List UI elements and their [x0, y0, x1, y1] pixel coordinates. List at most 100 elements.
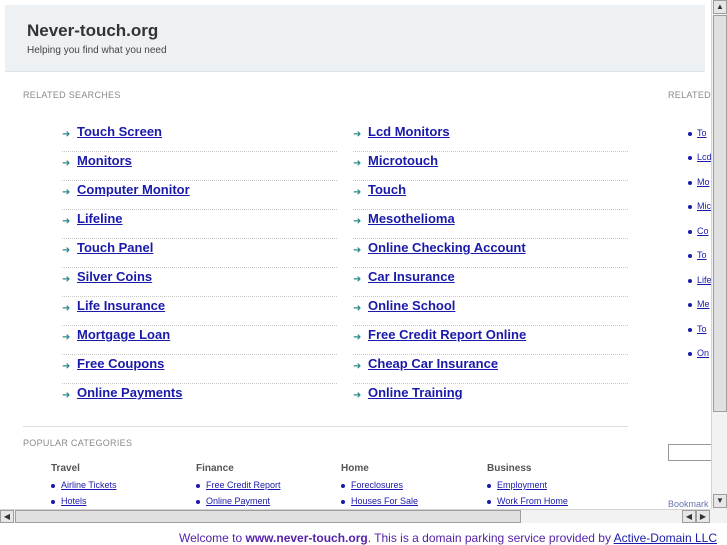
related-search-link[interactable]: Touch Screen: [77, 124, 162, 139]
category-link[interactable]: Online Payment: [196, 496, 270, 506]
arrow-right-icon: ➜: [62, 158, 71, 169]
category-link[interactable]: Foreclosures: [341, 480, 403, 490]
related-search-item[interactable]: ➜ Monitors: [62, 152, 337, 181]
related-search-link[interactable]: Free Credit Report Online: [368, 327, 526, 342]
arrow-right-icon: ➜: [353, 245, 362, 256]
right-panel-link[interactable]: Me: [688, 299, 710, 309]
arrow-right-icon: ➜: [353, 332, 362, 343]
related-search-link[interactable]: Touch: [368, 182, 406, 197]
related-search-link[interactable]: Online Training: [368, 385, 463, 400]
related-search-item[interactable]: ➜ Mesothelioma: [353, 210, 628, 239]
related-search-item[interactable]: ➜ Lifeline: [62, 210, 337, 239]
site-header: Never-touch.org Helping you find what yo…: [5, 5, 705, 72]
related-search-item[interactable]: ➜ Computer Monitor: [62, 181, 337, 210]
related-search-item[interactable]: ➜ Free Coupons: [62, 355, 337, 384]
related-search-link[interactable]: Computer Monitor: [77, 182, 190, 197]
right-panel-link[interactable]: To: [688, 324, 707, 334]
bullet-dot-icon: [688, 155, 692, 160]
arrow-right-icon: ➜: [62, 303, 71, 314]
related-search-link[interactable]: Lcd Monitors: [368, 124, 450, 139]
scroll-left-arrow-icon[interactable]: ◀: [682, 510, 696, 523]
related-search-item[interactable]: ➜ Silver Coins: [62, 268, 337, 297]
related-search-link[interactable]: Mortgage Loan: [77, 327, 170, 342]
provider-link[interactable]: Active-Domain LLC: [614, 531, 717, 545]
scroll-down-arrow-icon[interactable]: ▼: [713, 494, 727, 508]
arrow-right-icon: ➜: [353, 274, 362, 285]
related-search-link[interactable]: Life Insurance: [77, 298, 165, 313]
related-search-item[interactable]: ➜ Online Checking Account: [353, 239, 628, 268]
horizontal-scroll-thumb[interactable]: [15, 510, 521, 523]
bullet-dot-icon: [196, 499, 200, 504]
right-panel-link[interactable]: To: [688, 250, 707, 260]
related-search-item[interactable]: ➜ Cheap Car Insurance: [353, 355, 628, 384]
category-link[interactable]: Airline Tickets: [51, 480, 117, 490]
related-search-link[interactable]: Free Coupons: [77, 356, 164, 371]
related-search-link[interactable]: Touch Panel: [77, 240, 153, 255]
related-search-link[interactable]: Online School: [368, 298, 455, 313]
category-heading-home: Home: [341, 463, 369, 474]
arrow-right-icon: ➜: [62, 332, 71, 343]
right-panel-link[interactable]: Life: [688, 275, 711, 285]
category-link[interactable]: Hotels: [51, 496, 87, 506]
related-search-link[interactable]: Online Checking Account: [368, 240, 526, 255]
category-link[interactable]: Work From Home: [487, 496, 568, 506]
vertical-scrollbar[interactable]: ▲ ▼: [711, 0, 727, 509]
site-tagline: Helping you find what you need: [27, 45, 167, 56]
category-link[interactable]: Employment: [487, 480, 547, 490]
bullet-dot-icon: [688, 253, 692, 258]
bullet-dot-icon: [688, 204, 692, 209]
related-search-item[interactable]: ➜ Online Payments: [62, 384, 337, 413]
bullet-dot-icon: [688, 131, 692, 136]
bullet-dot-icon: [487, 499, 491, 504]
related-search-item[interactable]: ➜ Life Insurance: [62, 297, 337, 326]
right-panel-link[interactable]: Co: [688, 226, 709, 236]
related-search-item[interactable]: ➜ Microtouch: [353, 152, 628, 181]
related-search-item[interactable]: ➜ Online School: [353, 297, 628, 326]
right-panel-link[interactable]: On: [688, 348, 709, 358]
right-panel-link[interactable]: To: [688, 128, 707, 138]
related-search-item[interactable]: ➜ Touch: [353, 181, 628, 210]
related-search-link[interactable]: Cheap Car Insurance: [368, 356, 498, 371]
category-heading-travel: Travel: [51, 463, 80, 474]
arrow-right-icon: ➜: [62, 274, 71, 285]
related-search-link[interactable]: Monitors: [77, 153, 132, 168]
category-link[interactable]: Houses For Sale: [341, 496, 418, 506]
bookmark-link[interactable]: Bookmark: [668, 499, 709, 509]
related-search-link[interactable]: Silver Coins: [77, 269, 152, 284]
right-panel-link[interactable]: Mic: [688, 201, 711, 211]
site-title: Never-touch.org: [27, 21, 159, 40]
arrow-right-icon: ➜: [353, 303, 362, 314]
related-search-link[interactable]: Microtouch: [368, 153, 438, 168]
bullet-dot-icon: [688, 351, 692, 356]
bullet-dot-icon: [688, 302, 692, 307]
related-search-item[interactable]: ➜ Online Training: [353, 384, 628, 413]
arrow-right-icon: ➜: [62, 187, 71, 198]
related-search-item[interactable]: ➜ Touch Panel: [62, 239, 337, 268]
related-search-item[interactable]: ➜ Mortgage Loan: [62, 326, 337, 355]
arrow-right-icon: ➜: [62, 361, 71, 372]
bullet-dot-icon: [487, 483, 491, 488]
scroll-left-arrow-icon[interactable]: ◀: [0, 510, 14, 523]
arrow-right-icon: ➜: [353, 390, 362, 401]
right-panel-link[interactable]: Lcd: [688, 152, 711, 162]
horizontal-scrollbar[interactable]: ◀ ◀ ▶: [0, 509, 711, 523]
arrow-right-icon: ➜: [62, 245, 71, 256]
related-search-item[interactable]: ➜ Lcd Monitors: [353, 123, 628, 152]
arrow-right-icon: ➜: [353, 129, 362, 140]
related-search-item[interactable]: ➜ Touch Screen: [62, 123, 337, 152]
related-search-link[interactable]: Mesothelioma: [368, 211, 455, 226]
arrow-right-icon: ➜: [62, 216, 71, 227]
popular-categories-heading: POPULAR CATEGORIES: [23, 438, 133, 448]
category-link[interactable]: Free Credit Report: [196, 480, 281, 490]
bullet-dot-icon: [51, 483, 55, 488]
vertical-scroll-thumb[interactable]: [713, 15, 727, 412]
scroll-right-arrow-icon[interactable]: ▶: [696, 510, 710, 523]
related-search-link[interactable]: Lifeline: [77, 211, 123, 226]
right-search-input[interactable]: [668, 444, 711, 461]
related-search-item[interactable]: ➜ Car Insurance: [353, 268, 628, 297]
right-panel-link[interactable]: Mo: [688, 177, 710, 187]
related-search-link[interactable]: Online Payments: [77, 385, 182, 400]
related-search-item[interactable]: ➜ Free Credit Report Online: [353, 326, 628, 355]
scroll-up-arrow-icon[interactable]: ▲: [713, 0, 727, 14]
related-search-link[interactable]: Car Insurance: [368, 269, 455, 284]
